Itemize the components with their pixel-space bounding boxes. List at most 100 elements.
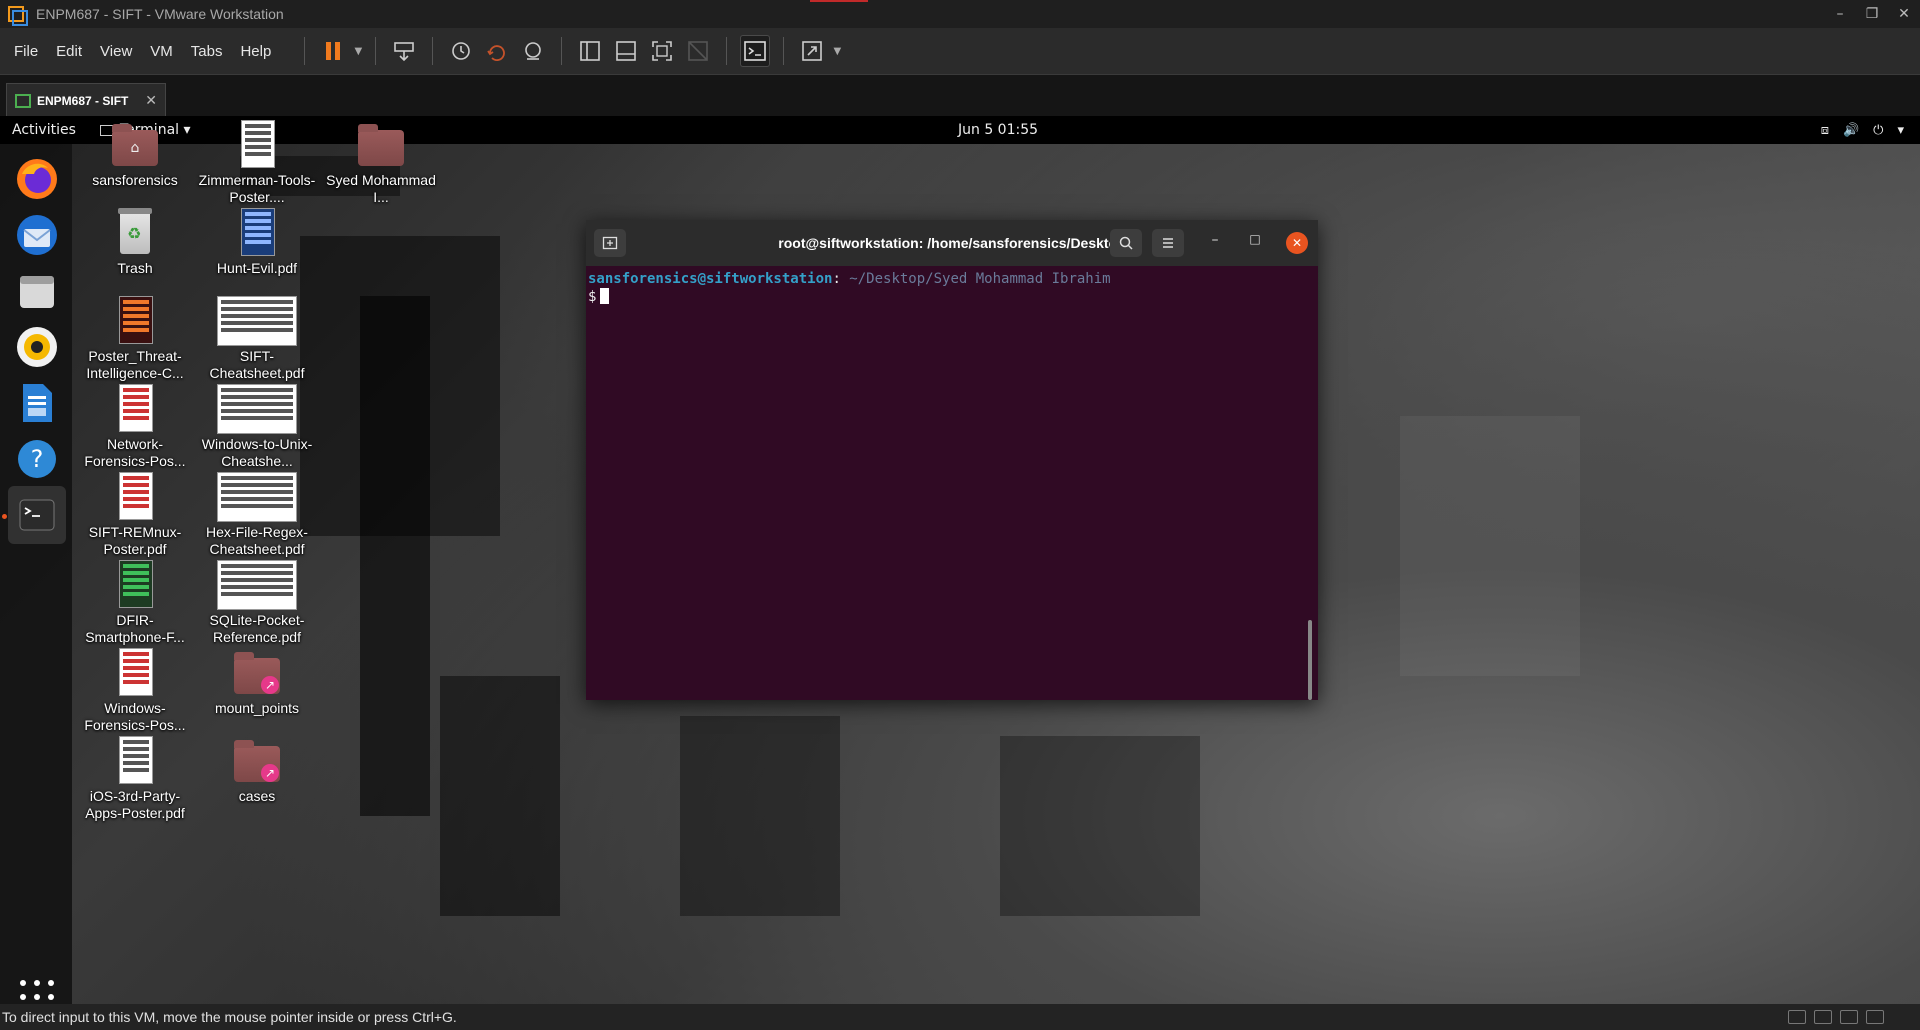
activities-button[interactable]: Activities <box>12 122 76 138</box>
guest-screen[interactable]: Activities Terminal ▾ Jun 5 01:55 ⧈ 🔊 ⏻ … <box>0 116 1920 1004</box>
desktop-icon-link-folder[interactable]: ↗ mount_points <box>198 648 316 717</box>
close-tab-icon[interactable]: ✕ <box>145 93 157 109</box>
message-log-icon[interactable] <box>1866 1010 1884 1024</box>
desktop-icon-pdf[interactable]: Network-Forensics-Pos... <box>76 384 194 470</box>
prompt-separator: : <box>832 271 841 287</box>
dock-libreoffice-writer[interactable] <box>8 374 66 432</box>
pdf-icon <box>215 296 299 346</box>
menu-vm[interactable]: VM <box>141 43 182 60</box>
trash-icon: ♻ <box>111 208 159 256</box>
prompt-path: ~/Desktop/Syed Mohammad Ibrahim <box>840 271 1111 287</box>
terminal-output[interactable]: sansforensics@siftworkstation: ~/Desktop… <box>586 266 1318 700</box>
desktop-icon-pdf[interactable]: Windows-to-Unix-Cheatshe... <box>198 384 316 470</box>
terminal-search-button[interactable] <box>1110 229 1142 257</box>
menu-edit[interactable]: Edit <box>47 43 91 60</box>
pdf-icon <box>233 208 281 256</box>
terminal-close-button[interactable]: ✕ <box>1286 232 1308 254</box>
desktop-icon-pdf[interactable]: Zimmerman-Tools-Poster.... <box>198 120 316 206</box>
terminal-headerbar[interactable]: root@siftworkstation: /home/sansforensic… <box>586 220 1318 266</box>
toolbar-separator <box>783 37 785 65</box>
dock-files[interactable] <box>8 262 66 320</box>
pdf-icon <box>111 560 159 608</box>
desktop-icon-label: Hex-File-Regex-Cheatsheet.pdf <box>206 524 308 557</box>
wallpaper-shape <box>1400 416 1580 676</box>
volume-icon[interactable]: 🔊 <box>1843 123 1859 138</box>
desktop-icon-pdf[interactable]: Windows-Forensics-Pos... <box>76 648 194 734</box>
network-adapter-icon[interactable] <box>1840 1010 1858 1024</box>
unity-button[interactable] <box>683 35 713 67</box>
full-screen-button[interactable] <box>647 35 677 67</box>
show-library-button[interactable] <box>575 35 605 67</box>
text-cursor <box>600 288 610 304</box>
desktop-icon-link-folder[interactable]: ↗ cases <box>198 736 316 805</box>
snapshot-manager-button[interactable] <box>518 35 548 67</box>
input-line[interactable]: $ <box>588 288 1316 306</box>
terminal-maximize-button[interactable]: □ <box>1244 232 1266 254</box>
close-window-button[interactable]: ✕ <box>1888 0 1920 28</box>
desktop-icon-pdf[interactable]: Hunt-Evil.pdf <box>198 208 316 277</box>
pdf-icon <box>111 648 159 696</box>
vmware-logo-icon <box>6 4 28 26</box>
pdf-icon <box>111 296 159 344</box>
terminal-window[interactable]: root@siftworkstation: /home/sansforensic… <box>586 220 1318 700</box>
take-snapshot-button[interactable] <box>446 35 476 67</box>
new-tab-icon <box>602 236 618 250</box>
pdf-icon <box>111 472 159 520</box>
desktop-icon-pdf[interactable]: DFIR-Smartphone-F... <box>76 560 194 646</box>
network-icon[interactable]: ⧈ <box>1821 123 1829 138</box>
minimize-window-button[interactable]: – <box>1824 0 1856 28</box>
prompt-line: sansforensics@siftworkstation: ~/Desktop… <box>588 270 1316 288</box>
desktop-icon-home[interactable]: ⌂ sansforensics <box>76 120 194 189</box>
folder-icon <box>357 120 405 168</box>
power-icon[interactable]: ⏻ <box>1873 123 1883 138</box>
desktop-icon-folder[interactable]: Syed Mohammad I... <box>322 120 440 206</box>
desktop-icon-pdf[interactable]: SIFT-Cheatsheet.pdf <box>198 296 316 382</box>
stretch-dropdown-icon[interactable]: ▼ <box>830 46 844 57</box>
desktop-icon-pdf[interactable]: Poster_Threat-Intelligence-C... <box>76 296 194 382</box>
show-applications-icon[interactable] <box>20 980 54 1004</box>
folder-link-icon: ↗ <box>233 736 281 784</box>
send-ctrl-alt-del-button[interactable] <box>389 35 419 67</box>
dock-rhythmbox[interactable] <box>8 318 66 376</box>
cd-dvd-icon[interactable] <box>1814 1010 1832 1024</box>
pdf-icon <box>215 560 299 610</box>
restore-window-button[interactable]: ❐ <box>1856 0 1888 28</box>
desktop-icon-trash[interactable]: ♻ Trash <box>76 208 194 277</box>
window-title: ENPM687 - SIFT - VMware Workstation <box>36 6 284 22</box>
desktop-icon-pdf[interactable]: SQLite-Pocket-Reference.pdf <box>198 560 316 646</box>
dock-help[interactable]: ? <box>8 430 66 488</box>
vmware-titlebar: ENPM687 - SIFT - VMware Workstation – ❐ … <box>0 0 1920 28</box>
desktop-icon-pdf[interactable]: Hex-File-Regex-Cheatsheet.pdf <box>198 472 316 558</box>
desktop-icon-label: Windows-to-Unix-Cheatshe... <box>201 436 313 469</box>
revert-snapshot-button[interactable] <box>482 35 512 67</box>
pause-vm-button[interactable] <box>318 35 348 67</box>
thumbnail-bar-button[interactable] <box>611 35 641 67</box>
terminal-menu-button[interactable] <box>1152 229 1184 257</box>
desktop-icon-label: mount_points <box>214 700 300 716</box>
terminal-scrollbar[interactable] <box>1308 620 1312 700</box>
terminal-minimize-button[interactable]: – <box>1204 232 1226 254</box>
desktop-icon-pdf[interactable]: SIFT-REMnux-Poster.pdf <box>76 472 194 558</box>
new-tab-button[interactable] <box>594 229 626 257</box>
power-dropdown-icon[interactable]: ▼ <box>351 46 365 57</box>
desktop-icon-label: SIFT-Cheatsheet.pdf <box>209 348 305 381</box>
dock-thunderbird[interactable] <box>8 206 66 264</box>
dock-terminal[interactable] <box>8 486 66 544</box>
system-menu-chevron-icon[interactable]: ▾ <box>1897 123 1904 138</box>
menu-help[interactable]: Help <box>231 43 280 60</box>
toolbar-separator <box>432 37 434 65</box>
system-tray[interactable]: ⧈ 🔊 ⏻ ▾ <box>1821 123 1904 138</box>
menu-tabs[interactable]: Tabs <box>182 43 232 60</box>
hard-disk-icon[interactable] <box>1788 1010 1806 1024</box>
menu-file[interactable]: File <box>0 43 47 60</box>
vm-tab-enpm687-sift[interactable]: ENPM687 - SIFT ✕ <box>6 83 166 117</box>
pdf-icon <box>233 120 281 168</box>
console-view-button[interactable] <box>740 35 771 67</box>
desktop-icon-pdf[interactable]: iOS-3rd-Party-Apps-Poster.pdf <box>76 736 194 822</box>
dock-firefox[interactable] <box>8 150 66 208</box>
desktop-icon-label: Windows-Forensics-Pos... <box>84 700 186 733</box>
toolbar: ▼ ▼ <box>294 28 844 74</box>
menu-view[interactable]: View <box>91 43 141 60</box>
stretch-guest-button[interactable] <box>797 35 827 67</box>
clock[interactable]: Jun 5 01:55 <box>958 122 1038 138</box>
